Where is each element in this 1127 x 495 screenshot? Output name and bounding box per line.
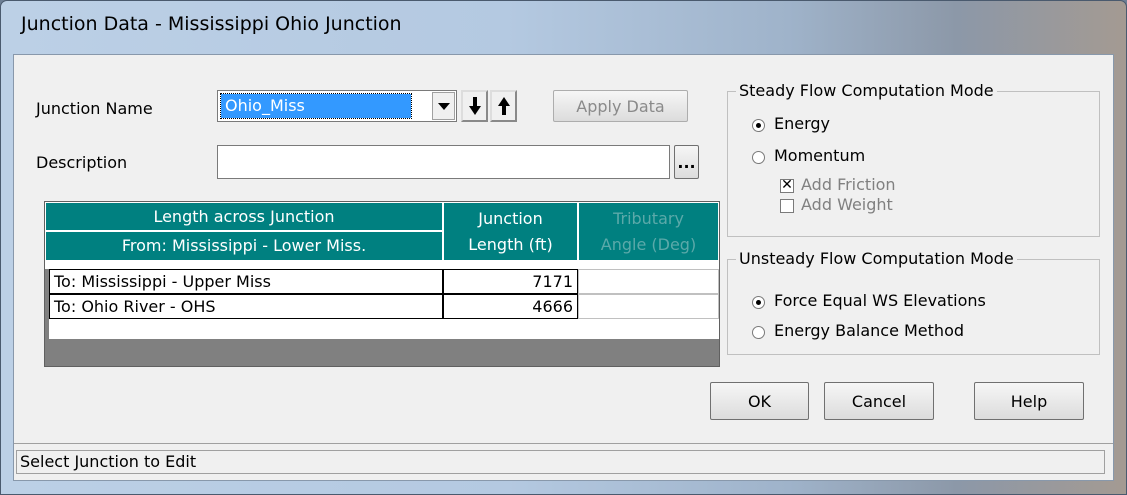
header-angle: Angle (Deg)	[600, 235, 697, 254]
cancel-button[interactable]: Cancel	[824, 382, 934, 420]
row-1-tributary-angle[interactable]	[578, 269, 719, 294]
status-bar: Select Junction to Edit	[14, 443, 1113, 480]
energy-balance-label[interactable]: Energy Balance Method	[774, 321, 964, 340]
force-equal-ws-radio[interactable]	[752, 296, 765, 309]
junction-name-combobox[interactable]: Ohio_Miss	[217, 90, 457, 122]
description-input[interactable]	[217, 145, 670, 179]
dialog-client-area: Junction Name Ohio_Miss Apply Data Descr…	[13, 54, 1114, 481]
unsteady-flow-group-title: Unsteady Flow Computation Mode	[736, 249, 1017, 268]
row-2-to-reach[interactable]: To: Ohio River - OHS	[49, 294, 443, 319]
add-weight-label[interactable]: Add Weight	[801, 195, 893, 214]
window-title: Junction Data - Mississippi Ohio Junctio…	[21, 13, 402, 35]
header-junction-length: Junction Length (ft)	[443, 202, 578, 261]
header-length-across: Length across Junction	[45, 202, 443, 231]
junction-name-value: Ohio_Miss	[220, 93, 412, 119]
row-2-tributary-angle[interactable]	[578, 294, 719, 319]
force-equal-ws-label[interactable]: Force Equal WS Elevations	[774, 291, 986, 310]
next-junction-button[interactable]	[461, 90, 488, 122]
add-weight-checkbox[interactable]	[780, 199, 794, 213]
down-arrow-icon	[468, 97, 481, 115]
ok-button[interactable]: OK	[710, 382, 809, 420]
momentum-label[interactable]: Momentum	[774, 146, 865, 165]
header-gap	[45, 261, 719, 269]
steady-flow-group: Steady Flow Computation Mode Energy Mome…	[727, 81, 1100, 237]
steady-flow-group-title: Steady Flow Computation Mode	[736, 81, 997, 100]
description-label: Description	[36, 153, 128, 172]
row-2-junction-length[interactable]: 4666	[443, 294, 578, 319]
help-button[interactable]: Help	[974, 382, 1084, 420]
add-friction-label[interactable]: Add Friction	[801, 175, 896, 194]
title-bar[interactable]: Junction Data - Mississippi Ohio Junctio…	[1, 1, 1126, 53]
apply-data-button[interactable]: Apply Data	[553, 90, 688, 122]
junction-data-window: Junction Data - Mississippi Ohio Junctio…	[0, 0, 1127, 495]
momentum-radio[interactable]	[752, 151, 765, 164]
header-tributary-angle: Tributary Angle (Deg)	[578, 202, 719, 261]
header-tributary: Tributary	[613, 209, 684, 228]
energy-balance-radio[interactable]	[752, 326, 765, 339]
energy-radio[interactable]	[752, 119, 765, 132]
row-1-to-reach[interactable]: To: Mississippi - Upper Miss	[49, 269, 443, 294]
header-length-ft: Length (ft)	[468, 235, 553, 254]
up-arrow-icon	[497, 97, 510, 115]
status-text: Select Junction to Edit	[16, 450, 1105, 474]
header-junction: Junction	[478, 209, 543, 228]
table-empty-area	[49, 319, 719, 339]
header-from-reach: From: Mississippi - Lower Miss.	[45, 231, 443, 261]
chevron-down-icon	[437, 102, 450, 110]
description-browse-button[interactable]: ...	[674, 145, 699, 179]
junction-length-table: Length across Junction From: Mississippi…	[44, 201, 720, 367]
energy-label[interactable]: Energy	[774, 114, 830, 133]
add-friction-checkbox[interactable]: ✕	[780, 178, 794, 193]
previous-junction-button[interactable]	[490, 90, 517, 122]
combobox-dropdown-button[interactable]	[432, 92, 455, 120]
unsteady-flow-group: Unsteady Flow Computation Mode Force Equ…	[727, 249, 1100, 355]
row-1-junction-length[interactable]: 7171	[443, 269, 578, 294]
junction-name-label: Junction Name	[36, 99, 153, 118]
